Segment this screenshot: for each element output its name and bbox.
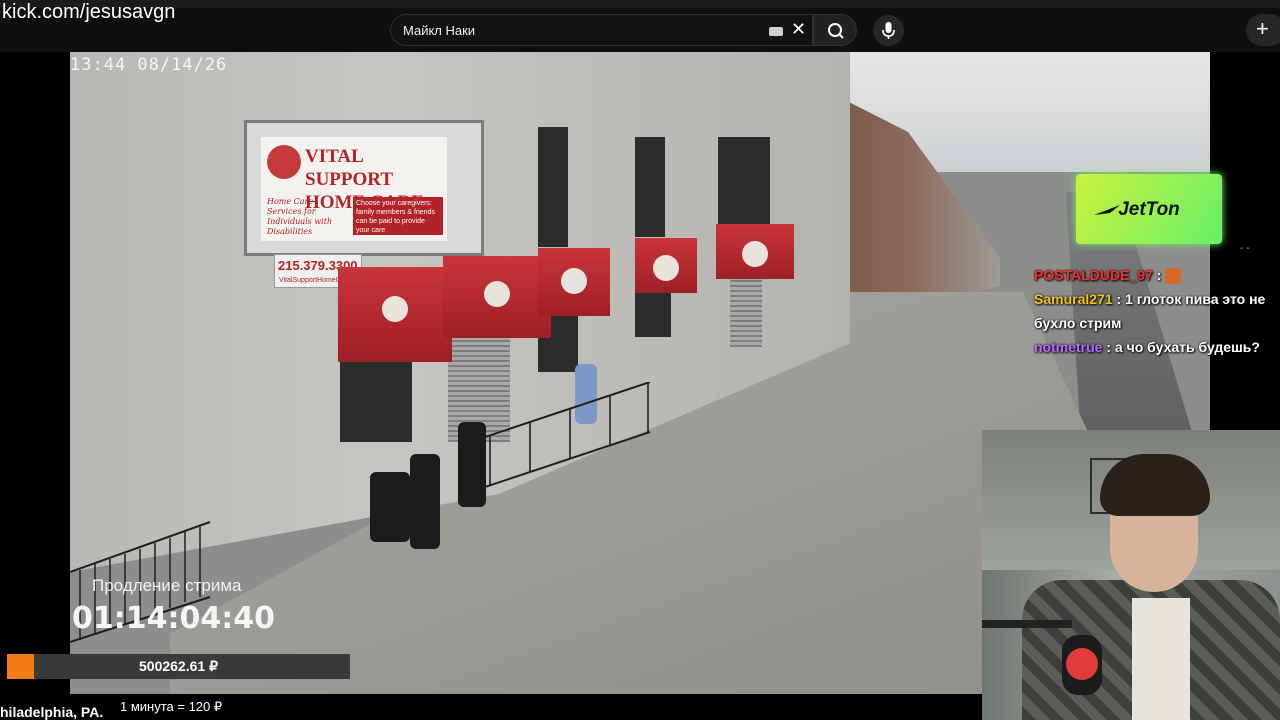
close-icon[interactable]: ✕ <box>791 19 806 40</box>
plus-icon: + <box>1256 16 1269 41</box>
sign-script: Home Care Services for Individuals with … <box>267 197 333 236</box>
red-awning <box>635 238 697 293</box>
search-icon <box>828 23 844 39</box>
sign-panel: VITAL SUPPORT HOME CARE Home Care Servic… <box>261 137 447 241</box>
donation-rate: 1 минута = 120 ₽ <box>120 699 223 714</box>
chat-message: notmetrue : а чо бухать будешь? <box>1034 339 1260 355</box>
rolling-shutter <box>730 277 762 347</box>
pedestrian <box>370 472 410 542</box>
overlay-dots: - - <box>1240 243 1250 254</box>
window <box>340 352 412 442</box>
red-awning <box>338 267 452 362</box>
location-caption: hiladelphia, PA. <box>0 704 104 720</box>
donation-amount: 500262.61 ₽ <box>139 658 218 674</box>
camera-timestamp: 13:44 08/14/26 <box>70 55 228 75</box>
window <box>635 137 665 237</box>
search-input[interactable]: Майкл Наки <box>403 23 475 38</box>
window <box>538 127 568 247</box>
browser-topbar: kick.com/jesusavgn Майкл Наки ✕ + <box>0 0 1280 52</box>
stream-timer: 01:14:04:40 <box>72 601 275 636</box>
chat-username: POSTALDUDE_97 <box>1034 267 1153 283</box>
handrail <box>470 382 651 493</box>
chat-message: Samural271 : 1 глоток пива это не бухло … <box>1034 291 1266 331</box>
stream-extension-label: Продление стрима <box>92 576 242 595</box>
chat-username: notmetrue <box>1034 339 1103 355</box>
donation-progress-bar: 500262.61 ₽ <box>7 654 350 679</box>
window <box>718 137 770 227</box>
emote-icon <box>1165 268 1182 285</box>
red-awning <box>716 224 794 279</box>
pedestrian <box>410 454 440 549</box>
chat-username: Samural271 <box>1034 291 1113 307</box>
streamer-webcam <box>982 430 1280 720</box>
voice-search-button[interactable] <box>873 15 904 46</box>
sponsor-banner[interactable]: JetTon <box>1076 174 1222 244</box>
sign-logo-icon <box>267 145 301 179</box>
mic-logo-icon <box>1066 648 1098 680</box>
keyboard-icon[interactable] <box>769 27 783 36</box>
search-button[interactable] <box>813 14 857 46</box>
streamer-hair <box>1100 454 1210 516</box>
address-bar-url[interactable]: kick.com/jesusavgn <box>2 1 175 24</box>
red-awning <box>538 248 610 316</box>
chat-message: POSTALDUDE_97 : <box>1034 263 1280 287</box>
tab-strip <box>0 0 1280 8</box>
business-sign: VITAL SUPPORT HOME CARE Home Care Servic… <box>244 120 484 256</box>
create-button[interactable]: + <box>1246 14 1280 46</box>
chat-overlay: POSTALDUDE_97 : Samural271 : 1 глоток пи… <box>1034 263 1280 359</box>
mic-arm <box>982 620 1072 628</box>
search-box[interactable]: Майкл Наки ✕ <box>390 14 813 46</box>
sponsor-name: JetTon <box>1118 199 1180 220</box>
sign-note: Choose your caregivers: family members &… <box>353 197 443 235</box>
streamer-shirt <box>1132 598 1190 720</box>
microphone-icon <box>882 22 895 39</box>
red-awning <box>443 256 551 338</box>
chat-text: а чо бухать будешь? <box>1114 339 1260 355</box>
